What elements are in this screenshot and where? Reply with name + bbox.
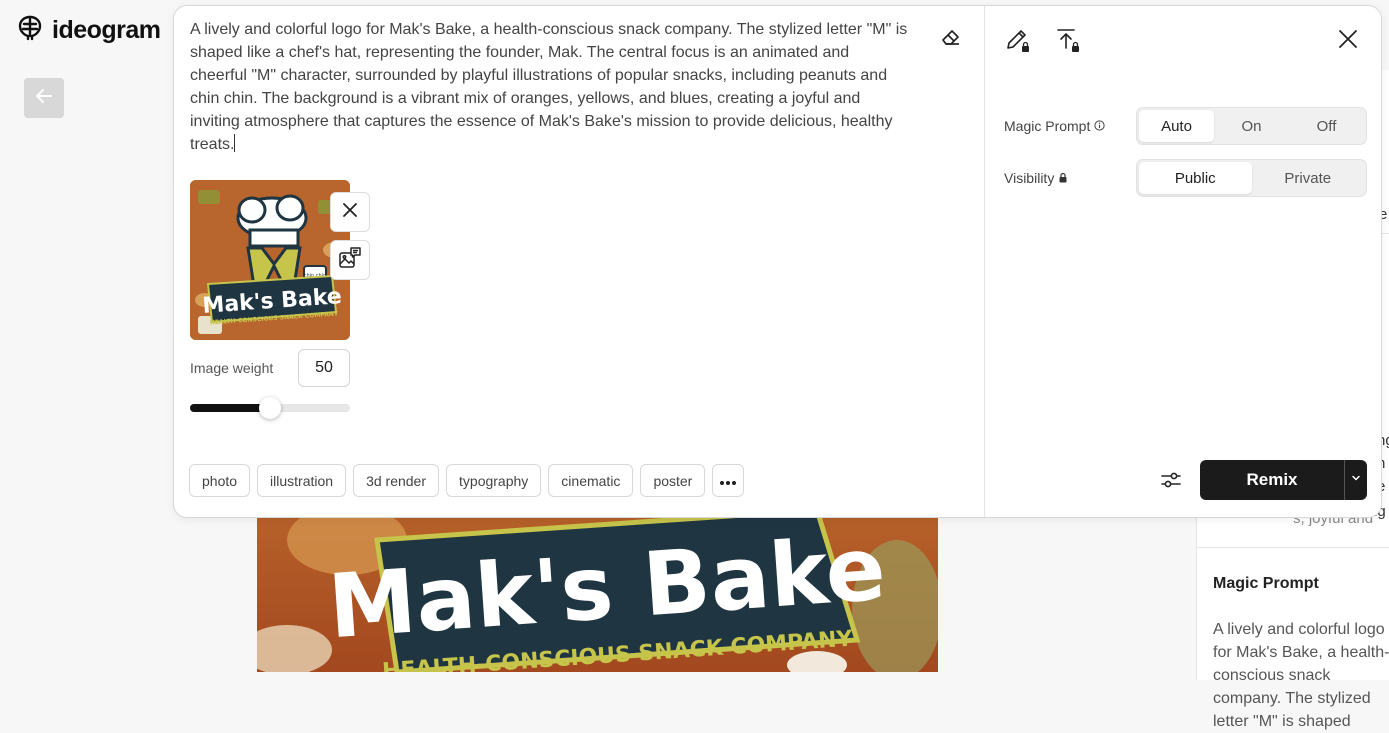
describe-image-button[interactable] — [330, 240, 370, 280]
remix-modal: A lively and colorful logo for Mak's Bak… — [173, 5, 1382, 518]
remix-button[interactable]: Remix — [1200, 460, 1344, 500]
clear-prompt-button[interactable] — [940, 26, 962, 53]
pencil-lock-icon — [1004, 30, 1032, 58]
magic-prompt-label: Magic Prompt — [1004, 118, 1105, 134]
more-styles-button[interactable] — [712, 464, 745, 497]
close-icon — [341, 201, 359, 224]
chip-3d-render[interactable]: 3d render — [353, 464, 440, 497]
magic-prompt-text: A lively and colorful logo for Mak's Bak… — [1213, 621, 1389, 730]
text-caret — [234, 134, 236, 152]
arrow-left-icon — [34, 86, 54, 111]
ideogram-brain-icon — [16, 14, 44, 47]
upload-locked-button[interactable] — [1054, 26, 1082, 59]
prompt-line: A lively and colorful logo for Mak's Bak… — [190, 21, 908, 38]
visibility-toggle: Public Private — [1136, 159, 1367, 197]
magic-prompt-heading: Magic Prompt — [1213, 575, 1319, 592]
magic-prompt-on[interactable]: On — [1214, 110, 1289, 142]
prompt-line: cheerful "M" character, surrounded by pl… — [190, 67, 888, 84]
magic-prompt-auto[interactable]: Auto — [1139, 110, 1214, 142]
close-icon — [1337, 30, 1359, 54]
upload-lock-icon — [1054, 29, 1082, 58]
chip-photo[interactable]: photo — [189, 464, 251, 497]
chevron-down-icon — [1350, 471, 1362, 489]
back-button[interactable] — [24, 78, 64, 118]
image-weight-slider[interactable] — [190, 397, 350, 419]
visibility-label: Visibility — [1004, 170, 1068, 186]
chip-illustration[interactable]: illustration — [257, 464, 347, 497]
visibility-public[interactable]: Public — [1139, 162, 1252, 194]
generated-image[interactable]: Mak's Bake HEALTH-CONSCIOUS SNACK COMPAN… — [257, 500, 938, 672]
reference-image-thumbnail[interactable]: chin chin Mak's Bake HEALTH-CONSCIOUS SN… — [190, 180, 350, 340]
advanced-settings-button[interactable] — [1159, 468, 1183, 497]
ideogram-wordmark: ideogram — [52, 16, 161, 44]
remove-image-button[interactable] — [330, 192, 370, 232]
visibility-private[interactable]: Private — [1252, 162, 1365, 194]
close-modal-button[interactable] — [1337, 28, 1359, 55]
panel-divider — [1197, 547, 1389, 548]
slider-handle[interactable] — [259, 397, 281, 419]
chip-cinematic[interactable]: cinematic — [548, 464, 634, 497]
visibility-label-text: Visibility — [1004, 170, 1055, 186]
magic-prompt-toggle: Auto On Off — [1136, 107, 1367, 145]
prompt-line: treats. — [190, 136, 235, 153]
image-describe-icon — [338, 246, 362, 275]
more-horizontal-icon — [719, 473, 737, 489]
remix-options-button[interactable] — [1344, 460, 1367, 500]
chip-poster[interactable]: poster — [640, 464, 706, 497]
prompt-line: inviting atmosphere that captures the es… — [190, 113, 893, 130]
slider-fill — [190, 404, 270, 412]
lock-icon — [1058, 170, 1068, 186]
chip-typography[interactable]: typography — [446, 464, 542, 497]
prompt-section: A lively and colorful logo for Mak's Bak… — [174, 6, 985, 517]
prompt-line: chin chin. The background is a vibrant m… — [190, 90, 861, 107]
magic-prompt-label-text: Magic Prompt — [1004, 118, 1091, 134]
style-chips: photo illustration 3d render typography … — [189, 464, 745, 497]
eraser-icon — [940, 30, 962, 52]
prompt-line: shaped like a chef's hat, representing t… — [190, 44, 850, 61]
prompt-textarea[interactable]: A lively and colorful logo for Mak's Bak… — [190, 18, 930, 156]
magic-prompt-off[interactable]: Off — [1289, 110, 1364, 142]
image-weight-input[interactable]: 50 — [298, 349, 350, 387]
remix-button-group: Remix — [1200, 460, 1367, 500]
info-icon[interactable] — [1094, 118, 1105, 134]
image-weight-label: Image weight — [190, 360, 274, 376]
sliders-icon — [1159, 472, 1183, 496]
edit-locked-button[interactable] — [1004, 26, 1032, 59]
ideogram-logo[interactable]: ideogram — [16, 14, 161, 47]
